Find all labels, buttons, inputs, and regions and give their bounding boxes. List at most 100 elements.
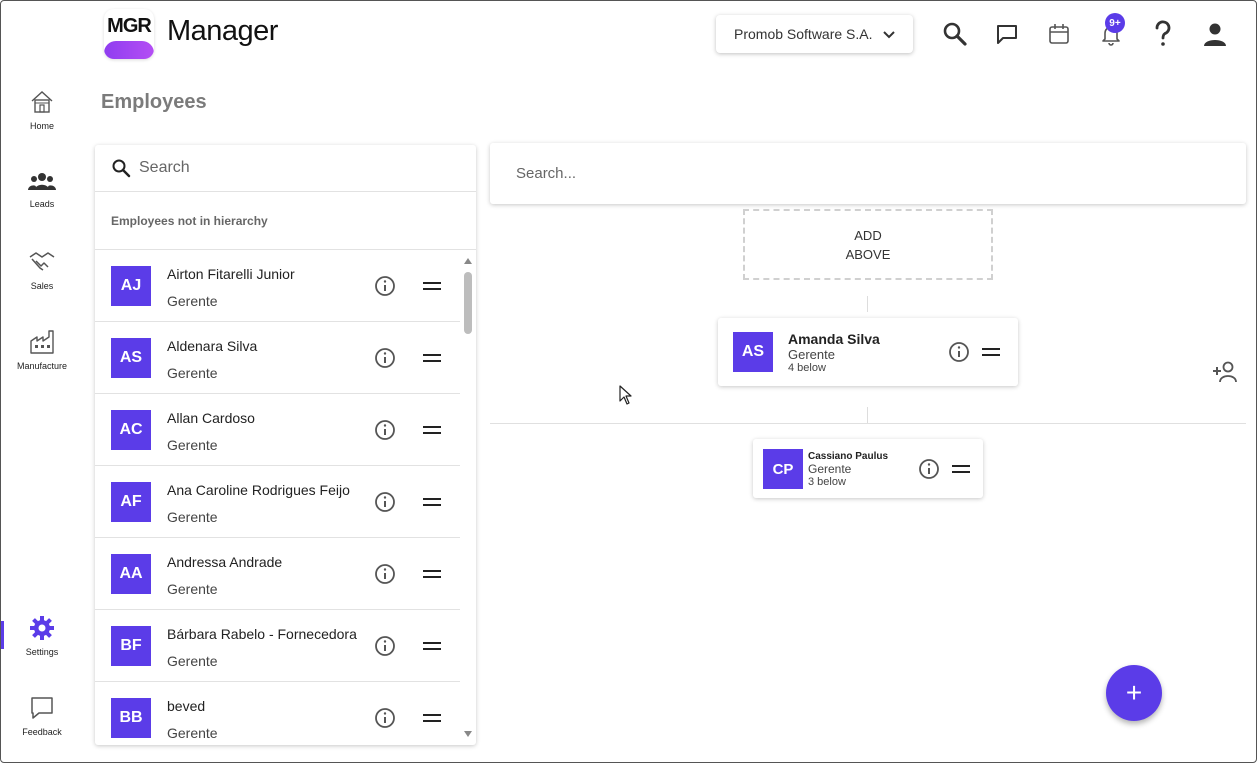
sidebar-item-label: Manufacture	[16, 361, 68, 371]
node-name: Amanda Silva	[788, 331, 880, 347]
avatar: AA	[111, 554, 151, 594]
employees-list-panel: Search Employees not in hierarchy AJ Air…	[95, 145, 476, 745]
drag-handle-icon[interactable]	[423, 498, 441, 506]
logo-wave	[104, 41, 154, 59]
company-selector-value: Promob Software S.A.	[734, 26, 873, 42]
sidebar-item-label: Leads	[29, 199, 55, 209]
employee-row[interactable]: AS Aldenara Silva Gerente	[95, 322, 460, 394]
employee-row[interactable]: BF Bárbara Rabelo - Fornecedora Gerente	[95, 610, 460, 682]
page-title: Employees	[101, 91, 207, 113]
info-icon[interactable]	[374, 635, 396, 657]
gear-icon	[30, 616, 54, 640]
hierarchy-node-child[interactable]: CP Cassiano Paulus Gerente 3 below	[753, 439, 983, 498]
employee-role: Gerente	[167, 581, 218, 597]
app-logo[interactable]: MGR	[104, 9, 154, 59]
chat-bubble-icon	[31, 697, 53, 719]
employee-list: AJ Airton Fitarelli Junior Gerente AS Al…	[95, 250, 460, 745]
drag-handle-icon[interactable]	[423, 570, 441, 578]
mouse-cursor-icon	[619, 385, 632, 405]
node-below-count: 4 below	[788, 362, 826, 374]
home-icon	[31, 91, 53, 113]
scroll-down-arrow-icon[interactable]	[464, 731, 472, 737]
calendar-icon[interactable]	[1045, 20, 1073, 48]
info-icon[interactable]	[374, 563, 396, 585]
sidebar-item-home[interactable]: Home	[1, 89, 83, 131]
employee-role: Gerente	[167, 653, 218, 669]
info-icon[interactable]	[374, 419, 396, 441]
avatar: BB	[111, 698, 151, 738]
avatar: CP	[763, 449, 803, 489]
sidebar-item-sales[interactable]: Sales	[1, 249, 83, 291]
add-user-icon[interactable]	[1212, 361, 1238, 383]
drag-handle-icon[interactable]	[952, 465, 970, 473]
employee-row[interactable]: AC Allan Cardoso Gerente	[95, 394, 460, 466]
employee-role: Gerente	[167, 437, 218, 453]
avatar: AS	[111, 338, 151, 378]
employee-row[interactable]: AJ Airton Fitarelli Junior Gerente	[95, 250, 460, 322]
info-icon[interactable]	[918, 458, 940, 480]
sidebar-item-label: Feedback	[22, 727, 62, 737]
scrollbar-thumb[interactable]	[464, 272, 472, 334]
chevron-down-icon	[882, 31, 895, 39]
chat-icon[interactable]	[993, 20, 1021, 48]
employee-name: Bárbara Rabelo - Fornecedora	[167, 626, 357, 642]
avatar: AF	[111, 482, 151, 522]
logo-text: MGR	[107, 15, 152, 37]
employee-search-input[interactable]: Search	[95, 145, 476, 192]
sidebar-item-label: Sales	[30, 281, 54, 291]
sidebar-item-leads[interactable]: Leads	[1, 171, 83, 209]
info-icon[interactable]	[374, 275, 396, 297]
hierarchy-node-root[interactable]: AS Amanda Silva Gerente 4 below	[718, 318, 1018, 386]
help-icon[interactable]	[1149, 20, 1177, 48]
add-employee-button[interactable]: +	[1106, 665, 1162, 721]
scroll-up-arrow-icon[interactable]	[464, 258, 472, 264]
add-above-line2: ABOVE	[845, 246, 891, 262]
drag-handle-icon[interactable]	[423, 426, 441, 434]
sidebar-item-manufacture[interactable]: Manufacture	[1, 329, 83, 371]
node-role: Gerente	[808, 462, 852, 476]
app-title: Manager	[167, 15, 278, 47]
sidebar-item-label: Home	[29, 121, 54, 131]
employee-name: Allan Cardoso	[167, 410, 255, 426]
add-above-dropzone[interactable]: ADD ABOVE	[743, 209, 993, 280]
search-placeholder: Search	[139, 159, 190, 176]
info-icon[interactable]	[374, 707, 396, 729]
drag-handle-icon[interactable]	[423, 354, 441, 362]
employee-role: Gerente	[167, 365, 218, 381]
drag-handle-icon[interactable]	[423, 714, 441, 722]
app-window: MGR Manager Promob Software S.A. 9+ Home…	[0, 0, 1257, 763]
add-above-line1: ADD	[854, 227, 882, 243]
drag-handle-icon[interactable]	[982, 348, 1000, 356]
drag-handle-icon[interactable]	[423, 282, 441, 290]
drag-handle-icon[interactable]	[423, 642, 441, 650]
employee-name: Ana Caroline Rodrigues Feijo	[167, 482, 350, 498]
avatar: BF	[111, 626, 151, 666]
employee-name: Airton Fitarelli Junior	[167, 266, 295, 282]
employee-row[interactable]: AF Ana Caroline Rodrigues Feijo Gerente	[95, 466, 460, 538]
employee-row[interactable]: AA Andressa Andrade Gerente	[95, 538, 460, 610]
factory-icon	[30, 330, 54, 354]
sidebar-item-feedback[interactable]: Feedback	[1, 695, 83, 737]
info-icon[interactable]	[374, 347, 396, 369]
employee-list-scrollbar[interactable]	[460, 250, 476, 745]
company-selector[interactable]: Promob Software S.A.	[716, 15, 913, 53]
employee-name: Aldenara Silva	[167, 338, 258, 354]
notification-badge: 9+	[1105, 13, 1125, 33]
employee-row[interactable]: BB beved Gerente	[95, 682, 460, 745]
user-account-icon[interactable]	[1201, 20, 1229, 48]
search-icon	[112, 159, 131, 178]
section-title: Employees not in hierarchy	[95, 192, 476, 250]
connector-line	[867, 296, 868, 312]
people-icon	[28, 173, 56, 190]
employee-role: Gerente	[167, 293, 218, 309]
employee-name: Andressa Andrade	[167, 554, 283, 570]
info-icon[interactable]	[948, 341, 970, 363]
hierarchy-search-input[interactable]: Search...	[490, 143, 1246, 204]
handshake-icon	[29, 252, 55, 271]
node-role: Gerente	[788, 347, 835, 362]
info-icon[interactable]	[374, 491, 396, 513]
sidebar-item-settings[interactable]: Settings	[1, 615, 83, 657]
search-icon[interactable]	[941, 20, 969, 48]
node-name: Cassiano Paulus	[808, 451, 889, 462]
hierarchy-search-placeholder: Search...	[516, 165, 577, 182]
